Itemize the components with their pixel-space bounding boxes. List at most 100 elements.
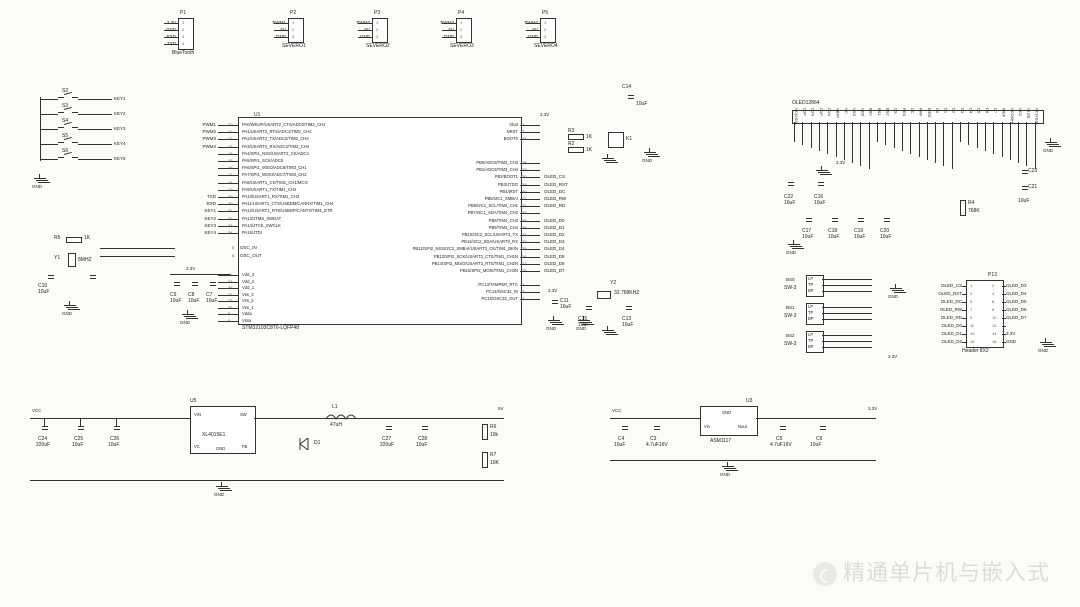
oled-pin26: VCOMH (1010, 108, 1015, 112)
conn-P5-name: SEVERO4 (534, 43, 558, 49)
mcu-lnet2: PWM3 (196, 136, 216, 141)
conn-P1-num0: 1 (182, 20, 184, 25)
mcu-lnet13: KEY2 (196, 216, 216, 221)
c10 (48, 275, 54, 283)
cap-C19 (858, 218, 864, 226)
conn-P4-ref: P4 (458, 10, 464, 16)
p13-name: Header 8X2 (962, 348, 989, 354)
cap-C27 (386, 426, 392, 434)
conn-P4 (456, 18, 472, 43)
r4-val: 768K (968, 208, 980, 214)
cap-C8 (192, 282, 198, 290)
c21-ref: C21 (1028, 184, 1037, 190)
gnd-decouple: GND (180, 320, 190, 325)
vdda-3v3: 3.3V (548, 288, 557, 293)
C4-val: 10uF (614, 442, 625, 448)
oled-pin11: BS2 (885, 108, 890, 112)
oled-pin6: NC (844, 108, 849, 112)
mcu-rtop0: Vbat (490, 122, 518, 127)
mcu-rpin7: PB7/I2C1_SDA/TIM4_CH2 (404, 210, 518, 215)
cap-C20-val: 10uF (880, 234, 891, 240)
gnd-icon (216, 482, 228, 490)
mcu-rpin11: PB11/I2C2_SDA/USART3_RX (404, 239, 518, 244)
conn-P2-num2: 3 (292, 34, 294, 39)
mcu-ref: U1 (254, 112, 260, 118)
p13-l2: OLED_DC (920, 299, 962, 304)
mcu-rnet3: OLED_RST (544, 182, 568, 187)
C25-val: 10uF (72, 442, 83, 448)
watermark-text: 精通单片机与嵌入式 (843, 560, 1050, 585)
mcu-lpin13: PA13/JTMS_SWDAT (242, 216, 281, 221)
p13-rn0: 2 (992, 283, 994, 288)
mcu-pwr4: Vss_2 (242, 298, 254, 303)
mcu-rpin4: PB4/jRST (404, 189, 518, 194)
mcu-lpin1: PA1/USART2_RTS/ADC1/TIM2_CH2 (242, 129, 312, 134)
gnd-icon (890, 284, 902, 292)
cap-C17 (806, 218, 812, 226)
buck-vcc: VCC (32, 408, 42, 413)
conn-P2 (288, 18, 304, 43)
u5-sw: SW (240, 412, 247, 417)
gnd-keys: GND (32, 184, 42, 189)
oled-pin12: CS (894, 108, 899, 112)
conn-P2-num1: 2 (292, 27, 294, 32)
cap-C6 (820, 426, 826, 434)
gnd-icon (722, 462, 734, 470)
oled-pin19: D2 (952, 108, 957, 112)
oled-pin14: DC (910, 108, 915, 112)
conn-P4-num1: 2 (460, 27, 462, 32)
conn-P5 (540, 18, 556, 43)
ldo-vcc: VCC (612, 408, 622, 413)
gnd-icon (1045, 138, 1057, 146)
p13-rn1: 4 (992, 291, 994, 296)
gnd-oled-r: GND (1043, 148, 1053, 153)
p13-rn4: 10 (992, 315, 996, 320)
cap-C25 (78, 426, 84, 434)
xtal-rtc (597, 291, 611, 299)
p13-l0: OLED_CS (920, 283, 962, 288)
mcu-rpin8: PB8/TIM4_CH3 (404, 218, 518, 223)
bs0-p0: LP (808, 276, 813, 281)
mcu-lpin14: PA14/JTCK_SWCLK (242, 223, 281, 228)
net-KEY3: KEY3 (114, 126, 126, 131)
u5-vc: VC (194, 444, 200, 449)
mcu-rtc0: PC13/TAMPER_RTC (448, 282, 518, 287)
bs1-p0: LP (808, 304, 813, 309)
p13-ln0: 1 (970, 283, 972, 288)
r3 (568, 134, 584, 140)
mcu-lnet10: TXD (196, 194, 216, 199)
mcu-pwr1: Vdd_2 (242, 279, 254, 284)
gnd-osc: GND (62, 311, 72, 316)
c16 (818, 182, 824, 190)
mcu-pwr3: Vss_3 (242, 292, 254, 297)
gnd-icon (34, 174, 46, 182)
gnd-icon (602, 326, 614, 334)
oled-pin1: C2P (802, 108, 807, 112)
mcu-rpin14: PB14/SPI2_MISO/USART3_RTS/TIM1_CH2N (404, 261, 518, 266)
C6-val: 10uF (810, 442, 821, 448)
y2-freq: 32.768KHZ (614, 290, 639, 296)
gnd-icon (602, 154, 614, 162)
r6-ref: R6 (490, 424, 496, 430)
conn-P5-ref: P5 (542, 10, 548, 16)
switch-S4 (58, 125, 78, 131)
bs-ref1: SW-3 (784, 313, 796, 319)
pin5: 5 (232, 245, 234, 250)
conn-P5-num1: 2 (544, 27, 546, 32)
u5-fb: FB (242, 444, 247, 449)
c23-ref: C23 (1028, 168, 1037, 174)
mcu-rtc2: PC15/OSC32_OUT (448, 296, 518, 301)
mcu-lpin11: PA11/USART1_CTS/USBDM/CANRX/TIM1_CH4 (242, 201, 333, 206)
y1-ref: Y1 (54, 255, 60, 261)
p13-rn5: 12 (992, 323, 996, 328)
r7-ref: R7 (490, 452, 496, 458)
gnd-icon (644, 148, 656, 156)
net-KEY4: KEY4 (114, 141, 126, 146)
3v3-rail: 3.3V (186, 266, 195, 271)
p13-ln6: 13 (970, 331, 974, 336)
p13-r0: OLED_D3 (1006, 283, 1027, 288)
p13-rn2: 6 (992, 299, 994, 304)
cap-C24 (42, 426, 48, 434)
mcu-rpin9: PB9/TIM4_CH4 (404, 225, 518, 230)
oled-pin4: C1N (827, 108, 832, 112)
